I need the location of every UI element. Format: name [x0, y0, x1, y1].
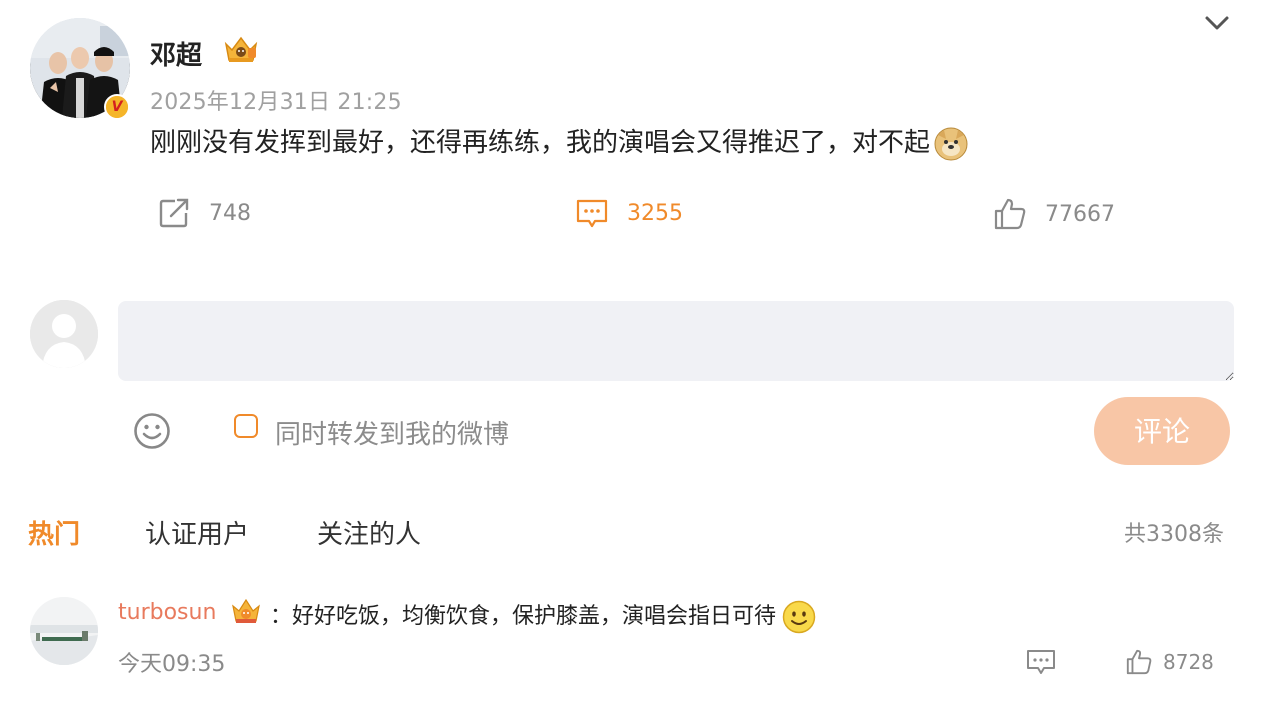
commenter-name[interactable]: turbosun: [118, 600, 216, 625]
reply-icon[interactable]: [1026, 648, 1056, 676]
crown-icon: [230, 597, 262, 627]
author-name[interactable]: 邓超: [150, 35, 202, 72]
comment-total-count: 共3308条: [1124, 522, 1224, 547]
smile-icon[interactable]: [133, 412, 171, 450]
comment-time: 今天09:35: [118, 652, 226, 677]
comment-button[interactable]: 3255: [575, 196, 683, 230]
repost-checkbox[interactable]: [234, 414, 258, 438]
tab-verified-users[interactable]: 认证用户: [145, 514, 249, 551]
comment-text: ：好好吃饭，均衡饮食，保护膝盖，演唱会指日可待: [270, 598, 816, 634]
like-button[interactable]: 77667: [993, 197, 1115, 231]
comment-icon: [576, 199, 608, 228]
repost-checkbox-label[interactable]: 同时转发到我的微博: [275, 414, 509, 451]
crown-icon: [222, 34, 260, 66]
doge-icon: [934, 127, 968, 161]
like-count: 77667: [1045, 201, 1115, 227]
comment-input[interactable]: [118, 301, 1234, 381]
like-icon: [1126, 649, 1152, 675]
verified-badge: V: [104, 94, 130, 120]
repost-button[interactable]: 748: [157, 196, 251, 230]
like-icon: [994, 198, 1026, 230]
repost-icon: [159, 198, 189, 228]
comment-count: 3255: [627, 200, 683, 226]
chevron-down-icon[interactable]: [1202, 8, 1232, 38]
tab-hot[interactable]: 热门: [28, 514, 80, 551]
current-user-avatar: [30, 300, 98, 368]
commenter-avatar[interactable]: [30, 597, 98, 665]
repost-count: 748: [209, 200, 251, 226]
smiley-icon: [782, 600, 816, 634]
post-text: 刚刚没有发挥到最好，还得再练练，我的演唱会又得推迟了，对不起: [150, 122, 968, 161]
submit-comment-button[interactable]: 评论: [1094, 397, 1230, 465]
comment-like-count: 8728: [1163, 650, 1214, 674]
comment-like-button[interactable]: 8728: [1125, 648, 1214, 676]
tab-following[interactable]: 关注的人: [317, 514, 421, 551]
post-time: 2025年12月31日 21:25: [150, 90, 402, 115]
